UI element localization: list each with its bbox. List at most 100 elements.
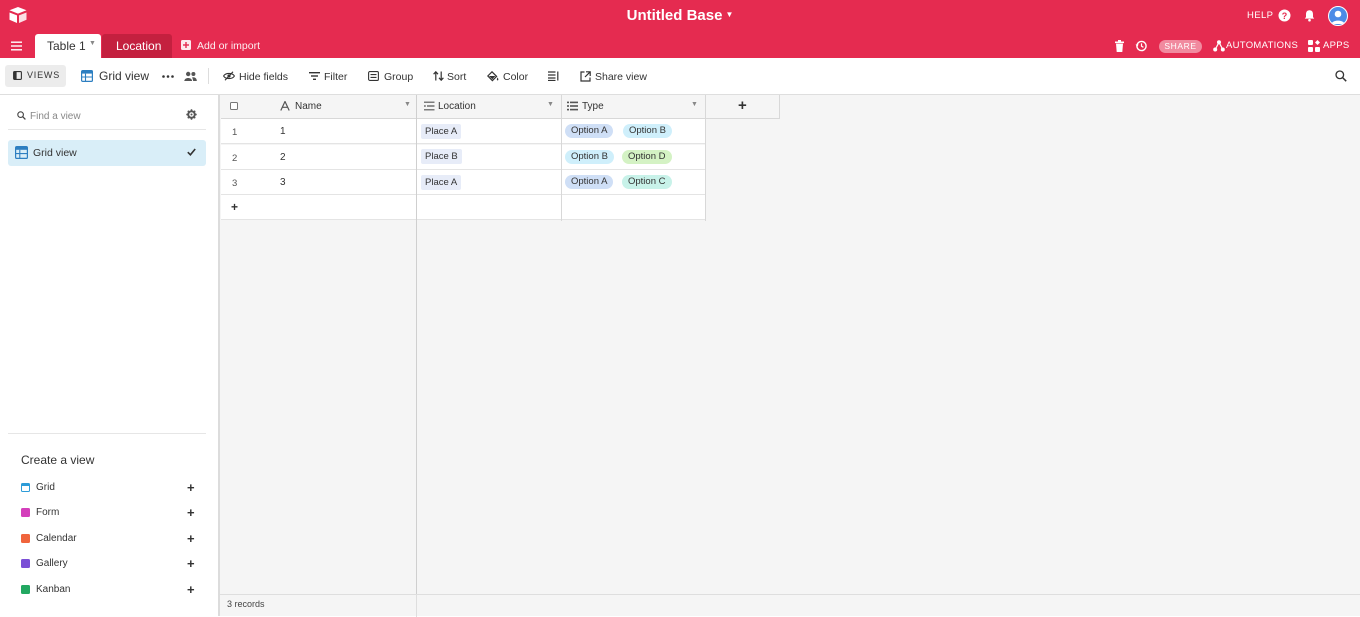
column-label: Location [438,101,476,112]
sidebar-divider [8,129,206,130]
create-item-label: Gallery [36,558,68,569]
apps-label: APPS [1323,40,1350,51]
airtable-logo-icon[interactable] [8,6,28,24]
automations-label: AUTOMATIONS [1226,40,1299,51]
name-cell[interactable]: 1 [280,126,286,137]
question-circle-icon[interactable]: ? [1278,9,1291,22]
collaborative-view-icon[interactable] [184,71,197,81]
tab-table-1[interactable]: Table 1 ▼ [35,34,101,58]
create-item-label: Calendar [36,533,77,544]
column-divider [705,95,706,221]
column-divider [561,95,562,221]
share-button[interactable]: SHARE [1159,40,1202,53]
share-label: SHARE [1164,41,1197,51]
more-options-icon[interactable] [162,75,174,78]
create-gallery-view[interactable]: Gallery + [21,556,199,573]
plus-icon[interactable]: + [187,556,195,571]
text-field-icon [280,101,290,111]
tab-label: Table 1 [47,39,86,53]
group-label: Group [384,71,414,83]
record-count: 3 records [227,599,265,609]
find-view-input[interactable] [30,107,180,125]
share-view-label: Share view [595,71,647,83]
location-cell[interactable]: Place A [417,119,562,144]
option-tag: Option B [565,150,614,164]
sort-label: Sort [447,71,467,83]
add-row-button[interactable]: + [221,195,417,220]
history-icon[interactable] [1135,40,1147,52]
current-view-name[interactable]: Grid view [99,69,149,83]
menu-icon[interactable] [11,41,22,51]
chevron-down-icon[interactable]: ▼ [404,101,411,108]
toolbar-divider [208,68,209,84]
type-cell[interactable]: Option A Option C [562,170,706,195]
filter-icon [309,71,320,81]
views-label: VIEWS [27,70,61,80]
add-import-label: Add or import [197,40,261,52]
filter-label: Filter [324,71,348,83]
create-form-view[interactable]: Form + [21,505,199,522]
caret-down-icon: ▼ [725,10,734,19]
select-all-checkbox[interactable] [230,102,238,110]
sidebar-divider [8,433,206,434]
share-arrow-icon [580,71,591,82]
plus-icon: + [231,200,239,214]
color-label: Color [503,71,529,83]
user-avatar[interactable] [1328,6,1348,26]
sidebar-item-grid-view[interactable]: Grid view [8,140,206,166]
plus-icon[interactable]: + [187,582,195,597]
type-cell[interactable]: Option A Option B [562,119,706,144]
create-kanban-view[interactable]: Kanban + [21,582,199,599]
linked-record-chip[interactable]: Place A [421,124,462,139]
option-tag: Option C [622,175,672,189]
eye-slash-icon [223,71,235,81]
chevron-down-icon[interactable]: ▼ [547,101,554,108]
views-toggle-button[interactable]: VIEWS [5,65,66,87]
create-grid-view[interactable]: Grid + [21,480,199,497]
gear-icon[interactable] [186,109,197,120]
calendar-icon [21,534,30,543]
paint-bucket-icon [487,71,499,82]
base-title[interactable]: Untitled Base ▼ [0,7,1360,24]
tab-location[interactable]: Location [102,34,172,58]
table-row[interactable]: 2 2 [221,145,417,170]
sidebar-toggle-icon [13,71,22,80]
column-header-type[interactable]: Type ▼ [562,95,706,119]
plus-icon[interactable]: + [187,505,195,520]
row-number: 2 [232,153,238,164]
sort-icon [433,71,444,81]
top-bar: Untitled Base ▼ HELP ? Table 1 ▼ Location… [0,0,1360,58]
column-label: Name [295,101,322,112]
location-cell[interactable]: Place A [417,170,562,195]
linked-record-chip[interactable]: Place B [421,149,462,164]
view-label: Grid view [33,147,77,159]
add-column-button[interactable]: + [706,95,780,119]
help-button[interactable]: HELP [1247,10,1273,21]
search-icon[interactable] [1335,70,1347,82]
view-toolbar: VIEWS [0,58,1360,95]
bell-icon[interactable] [1303,9,1316,22]
column-header-location[interactable]: Location ▼ [417,95,562,119]
form-icon [21,508,30,517]
trash-icon[interactable] [1115,40,1124,52]
location-cell[interactable]: Place B [417,145,562,170]
row-number: 3 [232,178,238,189]
chevron-down-icon[interactable]: ▼ [691,101,698,108]
plus-icon[interactable]: + [187,531,195,546]
create-calendar-view[interactable]: Calendar + [21,531,199,548]
checkmark-icon [187,148,196,156]
table-row[interactable]: 3 3 [221,170,417,195]
grid-view-icon [81,70,93,82]
caret-down-icon[interactable]: ▼ [89,40,96,47]
plus-icon[interactable]: + [187,480,195,495]
row-height-icon [548,71,559,81]
table-row[interactable]: 1 1 [221,119,417,144]
name-cell[interactable]: 2 [280,152,286,163]
linked-record-chip[interactable]: Place A [421,175,462,190]
type-cell[interactable]: Option B Option D [562,145,706,170]
name-cell[interactable]: 3 [280,177,286,188]
plus-square-icon [181,40,191,50]
option-tag: Option A [565,124,614,138]
column-header-name[interactable]: Name ▼ [221,95,417,119]
create-item-label: Grid [36,482,55,493]
